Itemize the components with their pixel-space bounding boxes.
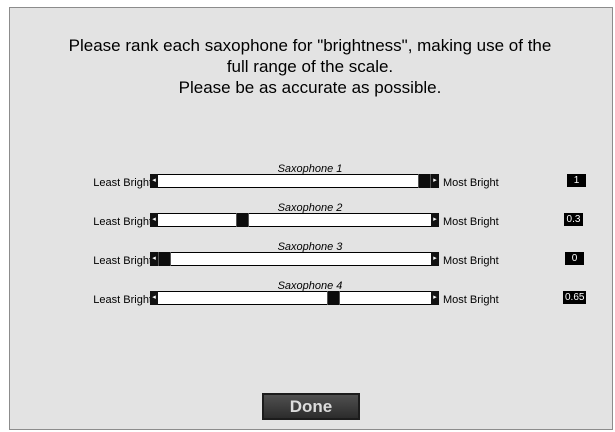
right-arrow-icon[interactable]: ▸ — [431, 252, 439, 266]
right-arrow-icon[interactable]: ▸ — [431, 213, 439, 227]
most-bright-label: Most Bright — [443, 255, 499, 267]
left-arrow-icon[interactable]: ◂ — [150, 174, 158, 188]
left-arrow-icon[interactable]: ◂ — [150, 291, 158, 305]
brightness-slider-saxophone-4[interactable]: ◂ ▸ — [150, 291, 439, 305]
instructions-line-1: Please rank each saxophone for "brightne… — [68, 36, 552, 55]
left-arrow-icon[interactable]: ◂ — [150, 213, 158, 227]
most-bright-label: Most Bright — [443, 216, 499, 228]
instructions-line-2: full range of the scale. — [226, 57, 394, 76]
slider-row-saxophone-1: Saxophone 1 Least Bright ◂ ▸ Most Bright… — [10, 163, 614, 203]
slider-thumb[interactable] — [327, 291, 340, 305]
least-bright-label: Least Bright — [93, 216, 152, 228]
left-arrow-icon[interactable]: ◂ — [150, 252, 158, 266]
least-bright-label: Least Bright — [93, 255, 152, 267]
value-readout: 0.3 — [564, 213, 583, 226]
slider-thumb[interactable] — [158, 252, 171, 266]
slider-thumb[interactable] — [236, 213, 249, 227]
rating-panel: Please rank each saxophone for "brightne… — [9, 7, 613, 430]
most-bright-label: Most Bright — [443, 294, 499, 306]
most-bright-label: Most Bright — [443, 177, 499, 189]
least-bright-label: Least Bright — [93, 177, 152, 189]
least-bright-label: Least Bright — [93, 294, 152, 306]
right-arrow-icon[interactable]: ▸ — [431, 174, 439, 188]
slider-row-saxophone-4: Saxophone 4 Least Bright ◂ ▸ Most Bright… — [10, 280, 614, 320]
value-readout: 0 — [565, 252, 584, 265]
slider-row-saxophone-2: Saxophone 2 Least Bright ◂ ▸ Most Bright… — [10, 202, 614, 242]
slider-thumb[interactable] — [418, 174, 431, 188]
brightness-slider-saxophone-3[interactable]: ◂ ▸ — [150, 252, 439, 266]
slider-row-saxophone-3: Saxophone 3 Least Bright ◂ ▸ Most Bright… — [10, 241, 614, 281]
instructions-line-3: Please be as accurate as possible. — [178, 78, 442, 97]
brightness-slider-saxophone-1[interactable]: ◂ ▸ — [150, 174, 439, 188]
done-button[interactable]: Done — [262, 393, 360, 420]
value-readout: 0.65 — [563, 291, 587, 304]
instructions-text: Please rank each saxophone for "brightne… — [10, 35, 610, 98]
brightness-slider-saxophone-2[interactable]: ◂ ▸ — [150, 213, 439, 227]
value-readout: 1 — [567, 174, 586, 187]
right-arrow-icon[interactable]: ▸ — [431, 291, 439, 305]
